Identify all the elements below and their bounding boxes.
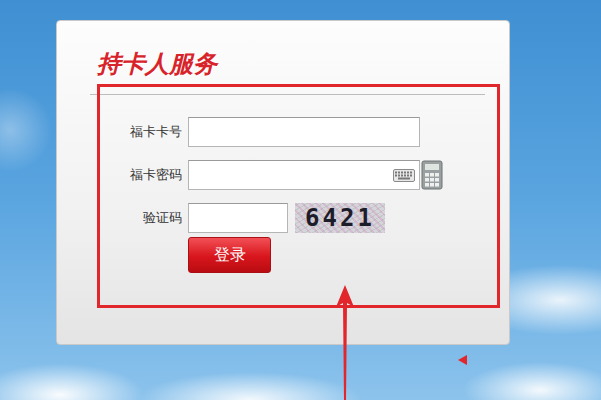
text-input[interactable] [188, 117, 420, 147]
field-wrap [188, 203, 288, 233]
title-divider [90, 94, 485, 95]
keyboard-icon[interactable] [393, 169, 415, 182]
captcha-image[interactable]: 6421 [295, 203, 385, 233]
form-row: 验证码 6421 [100, 203, 497, 233]
field-wrap [188, 117, 420, 147]
field-wrap [188, 160, 420, 190]
highlight-box: 福卡卡号福卡密码验证码 6421 登录 [97, 84, 500, 308]
calculator-icon[interactable] [421, 160, 443, 190]
form-row: 福卡卡号 [100, 117, 497, 147]
panel-title: 持卡人服务 [97, 49, 509, 79]
marker-icon [458, 355, 467, 365]
field-label: 福卡卡号 [100, 123, 182, 141]
field-label: 验证码 [100, 209, 182, 227]
password-input[interactable] [188, 160, 420, 190]
field-label: 福卡密码 [100, 166, 182, 184]
login-button[interactable]: 登录 [188, 237, 271, 273]
arrow-icon [330, 285, 360, 400]
form-row: 福卡密码 [100, 160, 497, 190]
login-panel: 持卡人服务福卡卡号福卡密码验证码 6421 登录 [56, 20, 510, 345]
login-page: 持卡人服务福卡卡号福卡密码验证码 6421 登录 [0, 0, 601, 400]
button-row: 登录 [100, 237, 497, 273]
captcha-input[interactable] [188, 203, 288, 233]
